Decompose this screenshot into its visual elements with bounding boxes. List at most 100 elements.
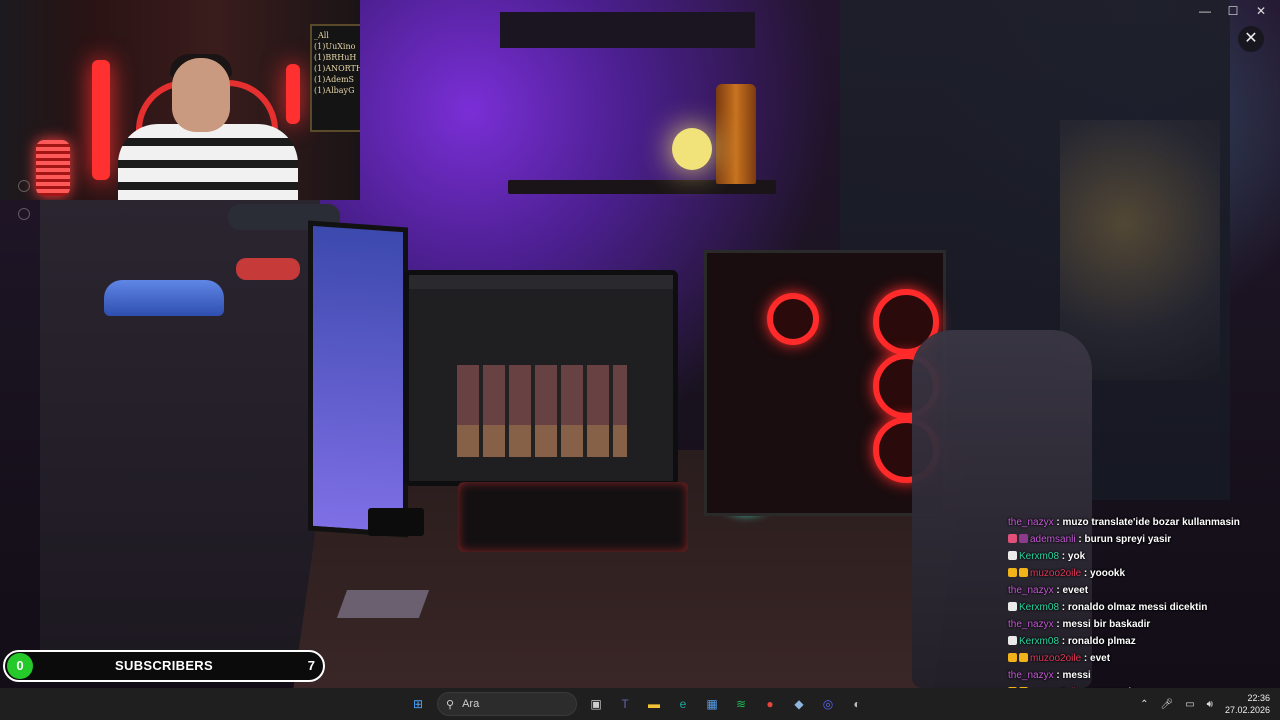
- chat-text: burun spreyi yasir: [1084, 534, 1172, 545]
- chat-separator: :: [1059, 602, 1068, 613]
- chat-badge-icon: [1008, 653, 1017, 662]
- chat-text: yoookk: [1090, 568, 1126, 579]
- board-line: _All: [314, 31, 329, 40]
- chat-message: muzoo2oile : yoookk: [1008, 565, 1280, 582]
- chat-text: ronaldo plmaz: [1067, 636, 1136, 647]
- chat-badge-icon: [1019, 568, 1028, 577]
- side-controls: [18, 180, 30, 236]
- chrome-icon[interactable]: ●: [760, 694, 780, 714]
- task-view-icon[interactable]: ▣: [586, 694, 606, 714]
- stream-deck: [368, 508, 424, 536]
- chat-username[interactable]: Kerxm08: [1019, 602, 1059, 613]
- subscribers-current-count: 0: [7, 653, 33, 679]
- chat-username[interactable]: the_nazyx: [1008, 670, 1054, 681]
- chat-username[interactable]: muzoo2oile: [1030, 568, 1081, 579]
- chat-text: messi: [1062, 670, 1091, 681]
- chat-badge-icon: [1019, 534, 1028, 543]
- chat-message: Kerxm08 : yok: [1008, 548, 1280, 565]
- search-placeholder: Ara: [462, 698, 480, 710]
- chat-badge-icon: [1008, 568, 1017, 577]
- chat-username[interactable]: the_nazyx: [1008, 585, 1054, 596]
- edge-icon[interactable]: e: [673, 694, 693, 714]
- webcam-overlay: _All (1)UuXino (1)BRHuH (1)ANORTH (1)Ade…: [0, 0, 360, 200]
- chat-username[interactable]: Kerxm08: [1019, 551, 1059, 562]
- board-line: (1)AlbayG: [314, 86, 355, 95]
- desk-pad: [336, 590, 430, 618]
- app-launcher-icon[interactable]: ◆: [789, 694, 809, 714]
- model-car-red: [236, 258, 300, 280]
- cpu-cooler: [767, 293, 819, 345]
- system-tray: ⌃ 🎤︎ ▭ 🔊︎ 22:36 27.02.2026: [1140, 688, 1270, 720]
- chat-username[interactable]: muzoo2oile: [1030, 653, 1081, 664]
- monitor-video-grid-2: [457, 425, 627, 457]
- chat-message: ademsanli : burun spreyi yasir: [1008, 531, 1280, 548]
- streamer-face: [172, 58, 230, 132]
- chat-separator: :: [1081, 568, 1091, 579]
- desk-lamp: [36, 140, 70, 196]
- vertical-monitor: [308, 220, 408, 538]
- main-monitor: [404, 270, 678, 486]
- network-icon[interactable]: ▭: [1185, 699, 1194, 710]
- chat-username[interactable]: the_nazyx: [1008, 517, 1054, 528]
- taskbar: ⊞ ⚲ Ara ▣ T ▬ e ▦ ≋ ● ◆ ◎ ◐ ⌃ 🎤︎ ▭ 🔊︎ 22:36 27.02.20…: [0, 688, 1280, 720]
- chat-message: the_nazyx : muzo translate'ide bozar kul…: [1008, 514, 1280, 531]
- clock[interactable]: 22:36 27.02.2026: [1225, 692, 1270, 716]
- city-view: [1060, 120, 1220, 380]
- model-car-blue: [104, 280, 224, 316]
- clock-time: 22:36: [1247, 693, 1270, 703]
- chat-text: yok: [1067, 551, 1086, 562]
- maximize-button[interactable]: ☐: [1226, 4, 1240, 18]
- close-button[interactable]: ✕: [1254, 4, 1268, 18]
- spotify-icon[interactable]: ≋: [731, 694, 751, 714]
- chat-text: ronaldo olmaz messi dicektin: [1067, 602, 1208, 613]
- top-shelf: [500, 12, 755, 48]
- store-icon[interactable]: ▦: [702, 694, 722, 714]
- windows-start-icon[interactable]: ⊞: [408, 694, 428, 714]
- chat-username[interactable]: Kerxm08: [1019, 636, 1059, 647]
- board-line: (1)UuXino: [314, 42, 356, 51]
- taskbar-search[interactable]: ⚲ Ara: [437, 692, 577, 716]
- discord-icon[interactable]: ◎: [818, 694, 838, 714]
- chevron-up-icon[interactable]: ⌃: [1140, 699, 1148, 710]
- chat-badge-icon: [1008, 636, 1017, 645]
- chat-badge-icon: [1008, 534, 1017, 543]
- window-controls: — ☐ ✕: [1198, 4, 1268, 18]
- lamp: [672, 128, 712, 170]
- chat-username[interactable]: the_nazyx: [1008, 619, 1054, 630]
- neon-light-left: [92, 60, 110, 180]
- board-line: (1)BRHuH: [314, 53, 357, 62]
- chat-message: the_nazyx : messi: [1008, 667, 1280, 684]
- side-dot[interactable]: [18, 180, 30, 192]
- chat-badge-icon: [1019, 653, 1028, 662]
- teams-icon[interactable]: T: [615, 694, 635, 714]
- chat-separator: :: [1081, 653, 1091, 664]
- minimize-button[interactable]: —: [1198, 4, 1212, 18]
- board-line: (1)ANORTH: [314, 64, 360, 73]
- clock-date: 27.02.2026: [1224, 705, 1270, 715]
- subscribers-label: SUBSCRIBERS: [115, 658, 213, 673]
- side-dot[interactable]: [18, 208, 30, 220]
- rgb-keyboard: [458, 482, 688, 552]
- chat-separator: :: [1059, 551, 1068, 562]
- chat-badge-icon: [1008, 551, 1017, 560]
- file-explorer-icon[interactable]: ▬: [644, 694, 664, 714]
- search-icon: ⚲: [446, 698, 455, 711]
- chat-message: muzoo2oile : evet: [1008, 650, 1280, 667]
- subscribers-bar: SUBSCRIBERS 0 7: [3, 650, 325, 682]
- chat-message: Kerxm08 : ronaldo plmaz: [1008, 633, 1280, 650]
- taskbar-apps: ⊞ ⚲ Ara ▣ T ▬ e ▦ ≋ ● ◆ ◎ ◐: [408, 688, 867, 720]
- chat-username[interactable]: ademsanli: [1030, 534, 1076, 545]
- chat-text: eveet: [1062, 585, 1089, 596]
- pc-case: [704, 250, 946, 516]
- overlay-close-button[interactable]: ✕: [1238, 26, 1264, 52]
- microphone-icon[interactable]: 🎤︎: [1160, 699, 1173, 710]
- board-line: (1)AdemS: [314, 75, 355, 84]
- chat-text: messi bir baskadir: [1062, 619, 1151, 630]
- chat-message: the_nazyx : eveet: [1008, 582, 1280, 599]
- obs-icon[interactable]: ◐: [847, 694, 867, 714]
- volume-icon[interactable]: 🔊︎: [1207, 699, 1213, 710]
- chat-message: the_nazyx : messi bir baskadir: [1008, 616, 1280, 633]
- chat-text: evet: [1090, 653, 1111, 664]
- whiskey-bottle: [716, 84, 756, 184]
- subscribers-goal-count: 7: [307, 658, 315, 673]
